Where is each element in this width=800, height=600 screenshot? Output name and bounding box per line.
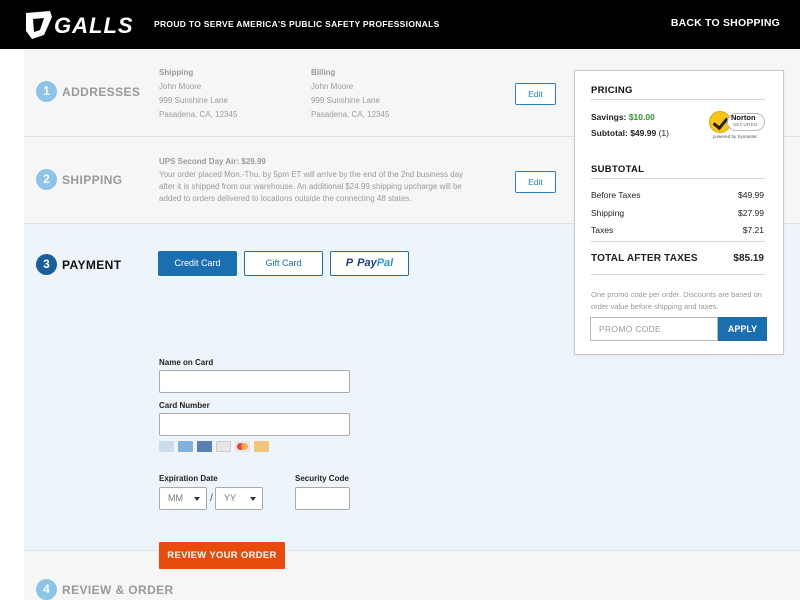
edit-shipping-button[interactable]: Edit bbox=[515, 171, 556, 193]
item-count: (1) bbox=[658, 128, 669, 138]
card-number-input[interactable] bbox=[159, 413, 350, 436]
promo-code-input[interactable]: PROMO CODE bbox=[590, 317, 718, 341]
total-value: $85.19 bbox=[733, 253, 764, 264]
billing-address-name: John Moore bbox=[311, 82, 354, 91]
paypal-icon: P bbox=[345, 257, 354, 269]
back-to-shopping-link[interactable]: BACK TO SHOPPING bbox=[671, 17, 780, 29]
order-summary: PRICING Savings: $10.00 Subtotal: $49.99… bbox=[574, 70, 784, 355]
header-tagline: PROUD TO SERVE AMERICA'S PUBLIC SAFETY P… bbox=[154, 19, 440, 29]
tab-credit-card[interactable]: Credit Card bbox=[158, 251, 237, 276]
visa-card-icon bbox=[197, 441, 212, 452]
amex-card-icon bbox=[178, 441, 193, 452]
divider bbox=[591, 178, 765, 179]
shipping-note-line: added to orders delivered to locations o… bbox=[159, 194, 412, 203]
norton-powered-text: powered by Symantec bbox=[713, 134, 758, 139]
amex-card-icon bbox=[159, 441, 174, 452]
step-title: ADDRESSES bbox=[62, 85, 141, 99]
expiration-date-label: Expiration Date bbox=[159, 474, 218, 483]
promo-note: One promo code per order. Discounts are … bbox=[591, 290, 762, 311]
apply-promo-button[interactable]: APPLY bbox=[718, 317, 767, 341]
expiration-year-select[interactable]: YY bbox=[215, 487, 263, 510]
norton-secured-badge: Norton SECURED powered by Symantec bbox=[709, 111, 767, 141]
subtotal-heading: SUBTOTAL bbox=[591, 164, 645, 175]
name-on-card-input[interactable] bbox=[159, 370, 350, 393]
step-title: REVIEW & ORDER bbox=[62, 583, 174, 597]
norton-secured-text: SECURED bbox=[733, 122, 758, 127]
discover-card-icon bbox=[216, 441, 231, 452]
step-number: 4 bbox=[36, 579, 57, 600]
edit-addresses-button[interactable]: Edit bbox=[515, 83, 556, 105]
taxes-value: $7.21 bbox=[742, 225, 764, 235]
step-number: 2 bbox=[36, 169, 57, 190]
security-code-input[interactable] bbox=[295, 487, 350, 510]
taxes-label: Taxes bbox=[591, 225, 614, 235]
shipping-address-name: John Moore bbox=[159, 82, 202, 91]
date-separator: / bbox=[210, 493, 213, 504]
savings-row: Savings: $10.00 bbox=[591, 112, 655, 122]
shipping-cost-value: $27.99 bbox=[738, 208, 764, 218]
card-number-label: Card Number bbox=[159, 401, 210, 410]
billing-address-heading: Billing bbox=[311, 68, 336, 77]
divider bbox=[591, 274, 765, 275]
tab-paypal[interactable]: P PayPal bbox=[330, 251, 409, 276]
before-taxes-label: Before Taxes bbox=[591, 190, 641, 200]
mastercard-icon bbox=[235, 441, 250, 452]
chevron-down-icon bbox=[250, 497, 256, 501]
before-taxes-value: $49.99 bbox=[738, 190, 764, 200]
shipping-cost-label: Shipping bbox=[591, 208, 625, 218]
month-value: MM bbox=[168, 493, 183, 503]
subtotal-value: $49.99 bbox=[630, 128, 657, 138]
chevron-down-icon bbox=[194, 497, 200, 501]
savings-value: $10.00 bbox=[628, 112, 655, 122]
shipping-address-heading: Shipping bbox=[159, 68, 194, 77]
card-icon bbox=[254, 441, 269, 452]
billing-address-city: Pasadena, CA, 12345 bbox=[311, 110, 390, 119]
step-number: 3 bbox=[36, 254, 57, 275]
security-code-label: Security Code bbox=[295, 474, 349, 483]
pricing-heading: PRICING bbox=[591, 85, 633, 96]
shipping-method: UPS Second Day Air: $29.99 bbox=[159, 157, 266, 166]
galls-logo[interactable]: GALLS bbox=[24, 9, 136, 41]
divider bbox=[591, 99, 765, 100]
paypal-logo: PayPal bbox=[357, 257, 394, 269]
shipping-address-street: 999 Sunshine Lane bbox=[159, 96, 228, 105]
accepted-cards bbox=[159, 441, 269, 453]
total-label: TOTAL AFTER TAXES bbox=[591, 253, 698, 264]
galls-logo-wordmark: GALLS bbox=[54, 13, 134, 38]
tab-gift-card[interactable]: Gift Card bbox=[244, 251, 323, 276]
norton-wordmark: Norton bbox=[731, 113, 756, 122]
expiration-month-select[interactable]: MM bbox=[159, 487, 207, 510]
step-review: 4 REVIEW & ORDER bbox=[24, 551, 800, 600]
divider bbox=[591, 241, 765, 242]
shipping-address-city: Pasadena, CA, 12345 bbox=[159, 110, 238, 119]
subtotal-label: Subtotal: bbox=[591, 128, 628, 138]
site-header: GALLS PROUD TO SERVE AMERICA'S PUBLIC SA… bbox=[0, 0, 800, 49]
step-title: PAYMENT bbox=[62, 258, 122, 272]
name-on-card-label: Name on Card bbox=[159, 358, 214, 367]
subtotal-row: Subtotal: $49.99 (1) bbox=[591, 128, 669, 138]
year-value: YY bbox=[224, 493, 237, 503]
savings-label: Savings: bbox=[591, 112, 627, 122]
step-title: SHIPPING bbox=[62, 173, 123, 187]
billing-address-street: 999 Sunshine Lane bbox=[311, 96, 380, 105]
step-number: 1 bbox=[36, 81, 57, 102]
